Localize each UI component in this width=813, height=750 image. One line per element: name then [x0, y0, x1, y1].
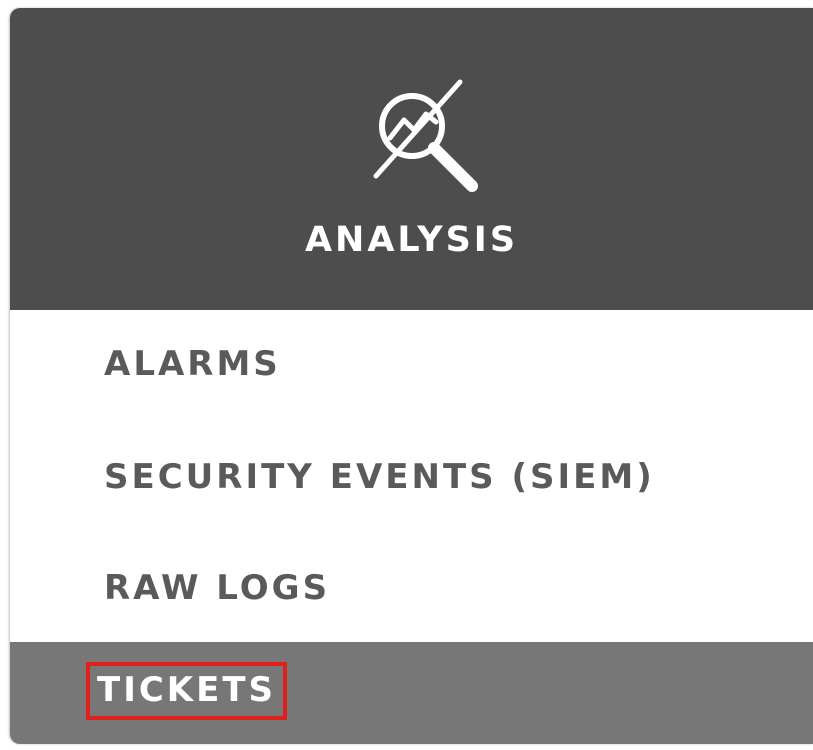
analysis-menu: ANALYSIS ALARMS SECURITY EVENTS (SIEM) R…	[10, 8, 813, 744]
analysis-magnifier-chart-icon	[373, 79, 478, 192]
menu-item-label: RAW LOGS	[104, 568, 331, 608]
menu-header[interactable]: ANALYSIS	[10, 8, 813, 310]
menu-item-alarms[interactable]: ALARMS	[10, 310, 813, 420]
menu-item-raw-logs[interactable]: RAW LOGS	[10, 534, 813, 644]
menu-item-label-highlighted: TICKETS	[86, 662, 288, 720]
menu-item-tickets[interactable]: TICKETS	[10, 642, 813, 744]
menu-item-label: ALARMS	[104, 344, 281, 384]
menu-item-label: SECURITY EVENTS (SIEM)	[104, 457, 655, 497]
menu-title: ANALYSIS	[304, 220, 519, 260]
menu-item-security-events[interactable]: SECURITY EVENTS (SIEM)	[10, 423, 813, 533]
